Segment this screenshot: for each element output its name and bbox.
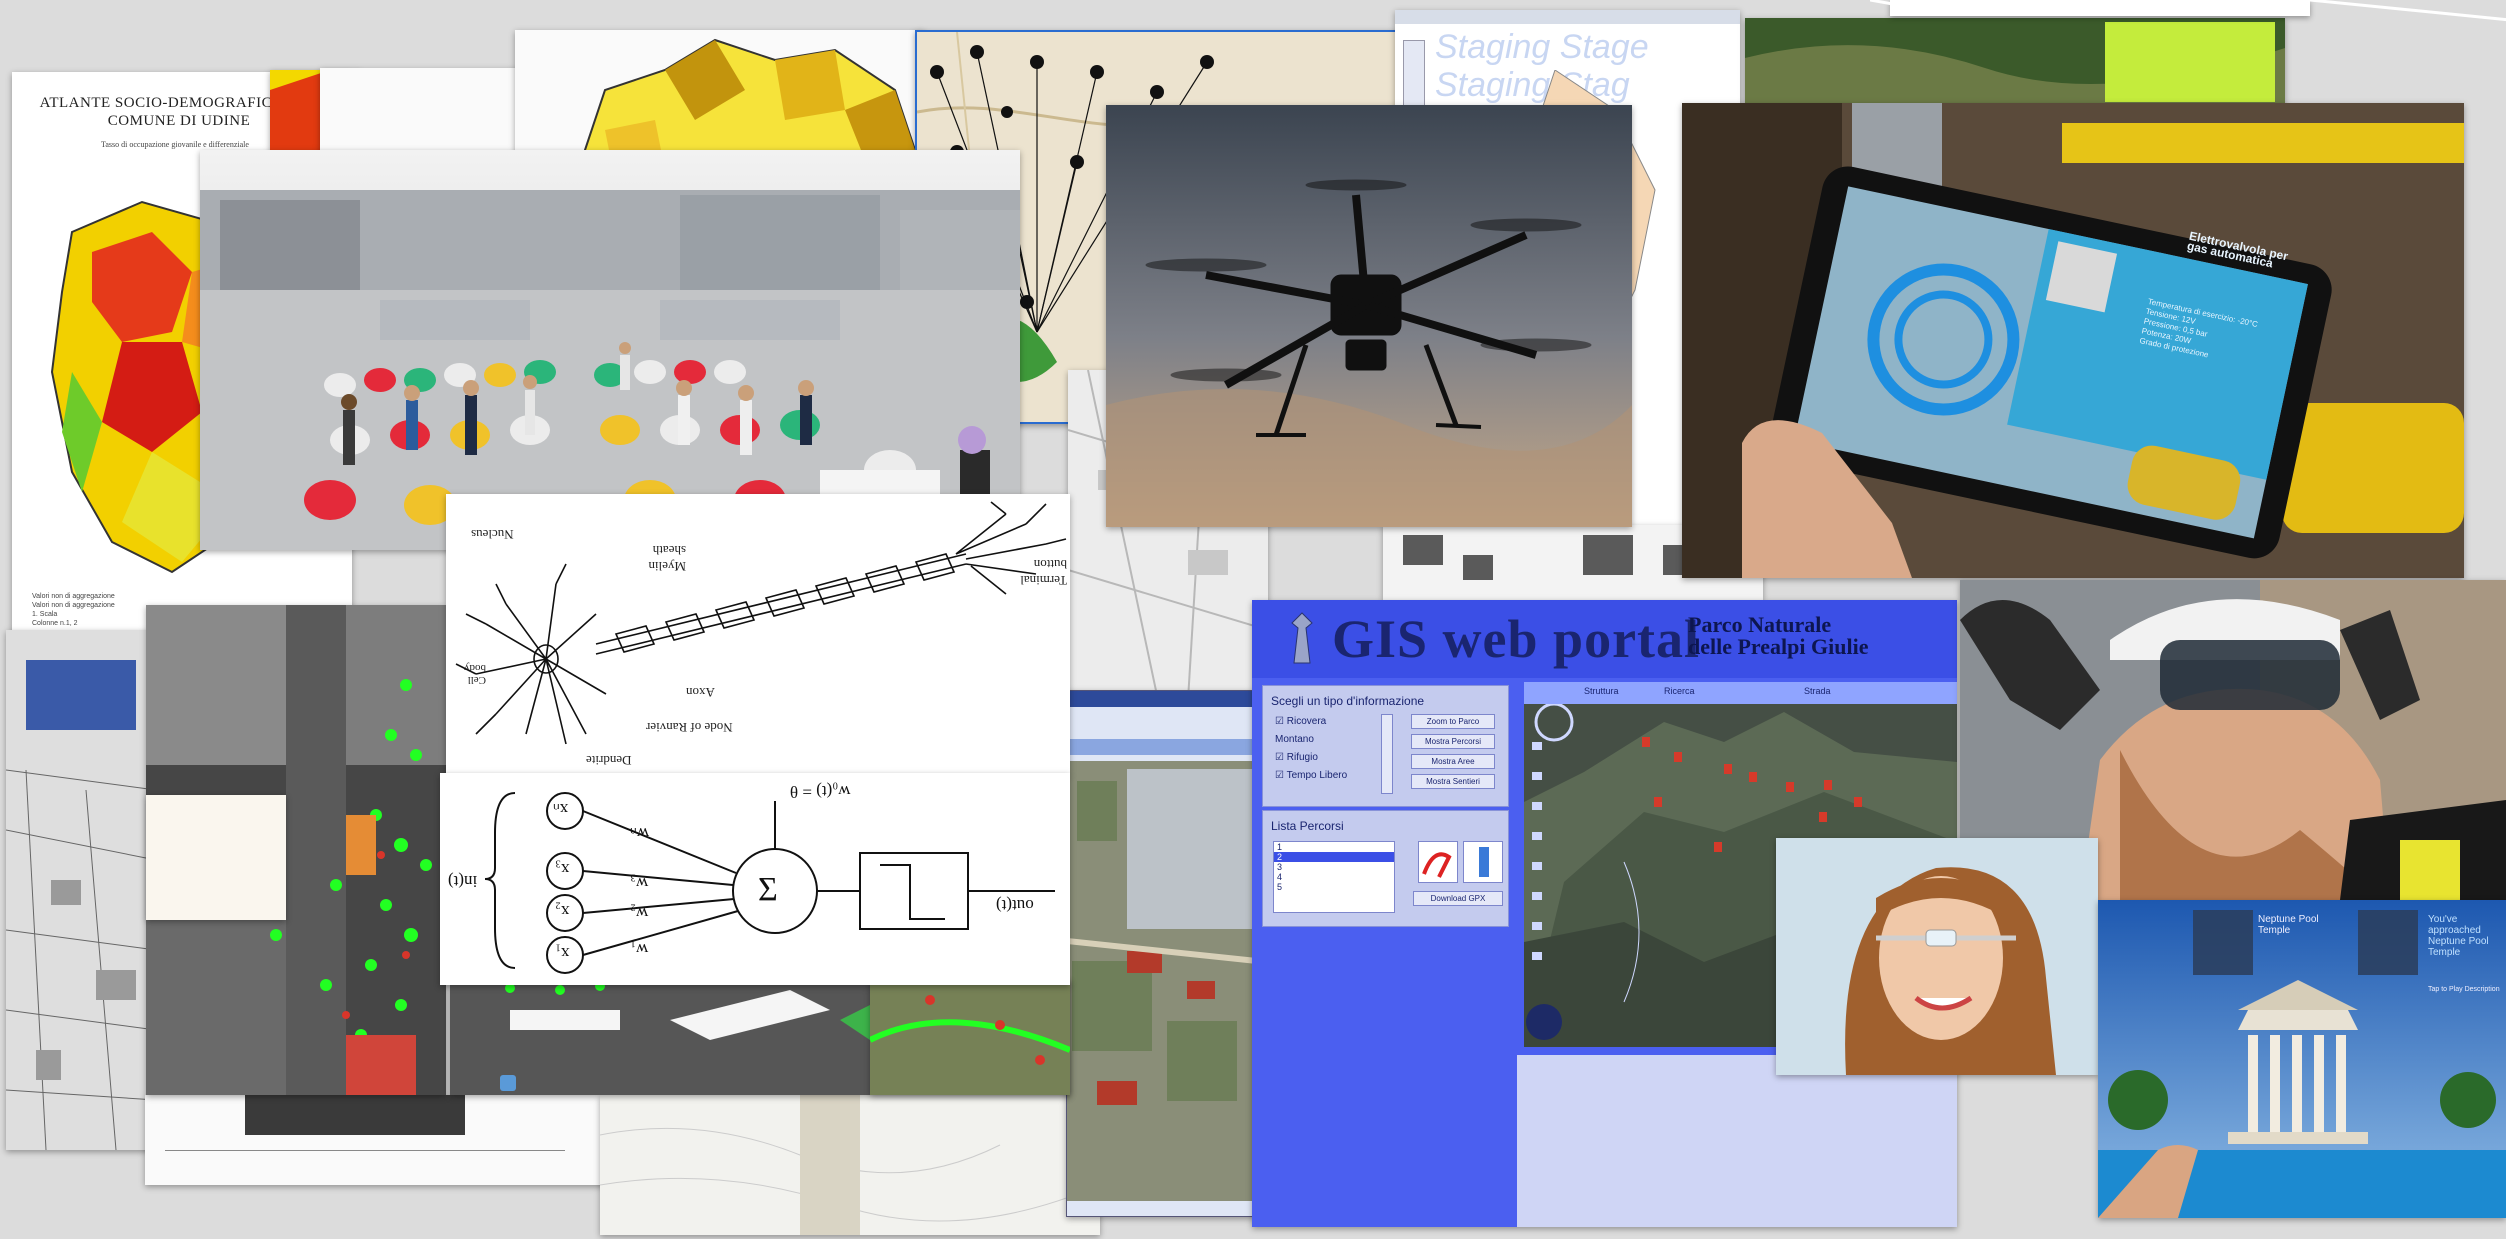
neuron-diagram: Nucleus Myelin sheath Axon Node of Ranvi… [446, 494, 1070, 774]
weight-w3: w₃ [630, 874, 649, 893]
input-x1: x₁ [555, 944, 570, 963]
historic-city-map [6, 630, 156, 1150]
options-scrollbar[interactable] [1381, 714, 1393, 794]
info-box [146, 795, 286, 920]
map-tab-strada[interactable]: Strada [1804, 686, 1831, 696]
route-list-panel: Lista Percorsi 1 2 3 4 5 Download GPX [1262, 810, 1509, 927]
gis-header: GIS web portal Parco Naturale delle Prea… [1252, 600, 1957, 678]
label-nucleus: Nucleus [471, 527, 514, 542]
info-type-panel: Scegli un tipo d'informazione ☑ Ricovera… [1262, 685, 1509, 807]
gis-content-area [1517, 1055, 1957, 1227]
map-tab-struttura[interactable]: Struttura [1584, 686, 1619, 696]
perceptron-diagram: xₙ x₃ x₂ x₁ wₙ w₃ w₂ w₁ in(t) out(t) w₀(… [440, 773, 1070, 985]
gis-subtitle-2: delle Prealpi Giulie [1688, 634, 1869, 659]
tap-hint: Tap to Play Description [2428, 986, 2500, 993]
smartglasses-woman-photo [1776, 838, 2098, 1075]
route-row-1[interactable]: 1 [1274, 842, 1394, 852]
atlas-legend-2: Valori non di aggregazione [32, 602, 115, 609]
aerial-photo [1067, 761, 1257, 1201]
option-montano: Montano [1275, 734, 1314, 745]
bird-logo-icon [1291, 612, 1313, 664]
route-row-2[interactable]: 2 [1274, 852, 1394, 862]
atlas-legend-4: Colonne n.1, 2 [32, 620, 78, 627]
atlas-legend-1: Valori non di aggregazione [32, 593, 115, 600]
weight-w1: w₁ [630, 940, 649, 959]
atlas-legend-3: 1. Scala [32, 611, 58, 618]
label-cell-body: Cell body [464, 662, 486, 686]
label-dendrite: Dendrite [586, 753, 632, 768]
map-toolbar: Struttura Ricerca Strada [1524, 682, 1957, 704]
poi-card-title[interactable]: Neptune Pool Temple [2258, 914, 2348, 936]
label-terminal-button: Terminal button [1020, 557, 1067, 588]
zoom-to-parco-button[interactable]: Zoom to Parco [1411, 714, 1495, 729]
sum-symbol: Σ [758, 871, 778, 908]
perceptron-graph [484, 792, 1055, 974]
poi-approach-text: You've approached Neptune Pool Temple [2428, 914, 2489, 958]
weight-wn: wₙ [630, 824, 650, 843]
input-x3: x₃ [555, 860, 570, 879]
show-areas-button[interactable]: Mostra Aree [1411, 754, 1495, 769]
map-tab-ricerca[interactable]: Ricerca [1664, 686, 1695, 696]
info-type-title: Scegli un tipo d'informazione [1271, 694, 1425, 708]
input-xn: xₙ [553, 800, 569, 819]
weight-w2: w₂ [630, 904, 649, 923]
route-listbox[interactable]: 1 2 3 4 5 [1273, 841, 1395, 913]
option-tempo-libero[interactable]: ☑ Tempo Libero [1275, 770, 1347, 781]
neuron-sketch [455, 501, 1067, 745]
gis-subtitle: Parco Naturale delle Prealpi Giulie [1688, 614, 1868, 658]
show-trails-button[interactable]: Mostra Sentieri [1411, 774, 1495, 789]
technical-drawing-sheet [145, 1095, 605, 1185]
virtual-classroom-render [200, 150, 1020, 550]
route-map-icon[interactable] [1463, 841, 1503, 883]
gis-title: GIS web portal [1332, 609, 1701, 669]
option-rifugio[interactable]: ☑ Rifugio [1275, 752, 1318, 763]
route-row-4[interactable]: 4 [1274, 872, 1394, 882]
out-label: out(t) [996, 896, 1034, 915]
label-axon: Axon [686, 685, 715, 700]
gis-subtitle-1: Parco Naturale [1688, 612, 1832, 637]
input-x2: x₂ [555, 902, 570, 921]
label-node-of-ranvier: Node of Ranvier [646, 720, 733, 735]
satellite-map-thumbnail [1745, 18, 2285, 108]
topographic-sheet [600, 1095, 1100, 1235]
drone-photo [1106, 105, 1632, 527]
route-row-3[interactable]: 3 [1274, 862, 1394, 872]
ar-tablet-industrial-photo: Elettrovalvola per gas automatica Temper… [1682, 103, 2464, 578]
aerial-green-map [870, 980, 1070, 1095]
decorative-line [1870, 0, 2506, 22]
neptune-pool-ar-photo: Neptune Pool Temple You've approached Ne… [2098, 900, 2506, 1218]
download-gpx-button[interactable]: Download GPX [1413, 891, 1503, 906]
in-label: in(t) [448, 872, 478, 891]
route-row-5[interactable]: 5 [1274, 882, 1394, 892]
option-ricovera[interactable]: ☑ Ricovera [1275, 716, 1326, 727]
route-list-title: Lista Percorsi [1271, 819, 1344, 833]
route-profile-icon[interactable] [1418, 841, 1458, 883]
label-myelin-sheath: Myelin sheath [648, 543, 686, 574]
show-routes-button[interactable]: Mostra Percorsi [1411, 734, 1495, 749]
aerial-web-app [1066, 690, 1258, 1217]
staging-toolbar [1395, 10, 1740, 24]
theta-label: w₀(t) = θ [790, 782, 851, 801]
map-side-tools [1532, 742, 1544, 982]
